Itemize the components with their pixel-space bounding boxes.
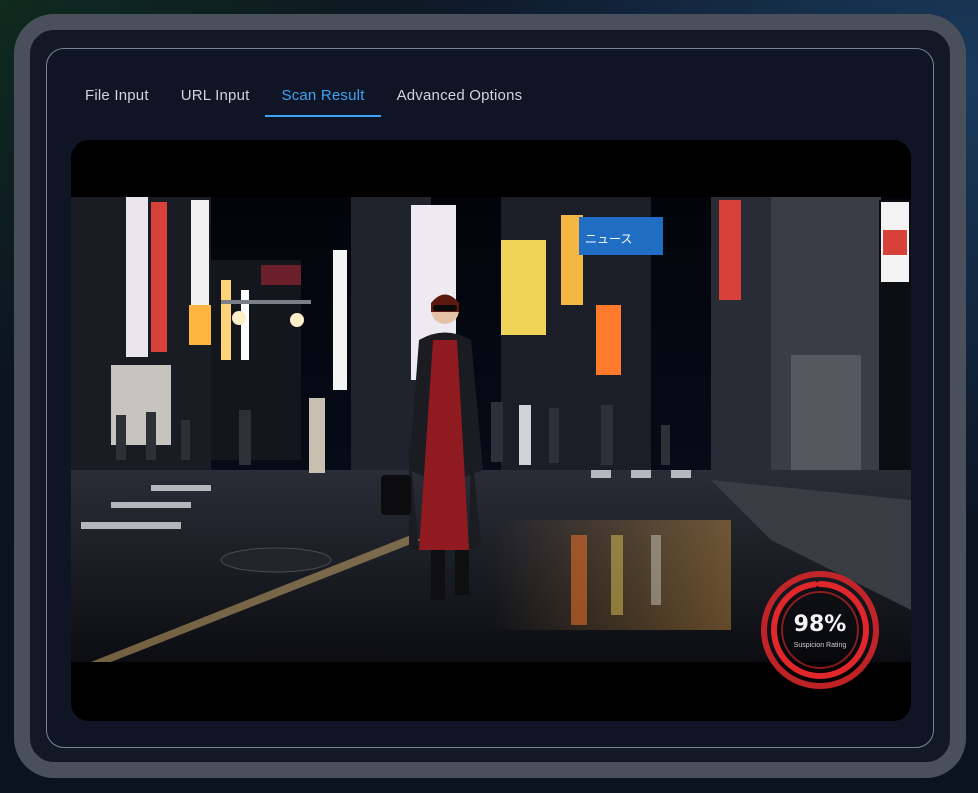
suspicion-percentage: 98% [793,612,847,637]
tab-url-input[interactable]: URL Input [165,77,266,115]
tab-advanced-options[interactable]: Advanced Options [381,77,539,115]
tab-scan-result[interactable]: Scan Result [265,77,381,117]
suspicion-label: Suspicion Rating [793,642,847,649]
device-frame: File Input URL Input Scan Result Advance… [14,14,966,778]
tab-bar: File Input URL Input Scan Result Advance… [69,77,538,117]
tab-file-input[interactable]: File Input [69,77,165,115]
suspicion-gauge: 98% Suspicion Rating [760,570,880,690]
scanned-image: ニュース 98% Suspicion Rating [71,140,911,721]
scan-panel: File Input URL Input Scan Result Advance… [46,48,934,748]
street-sign-text: ニュース [585,232,632,246]
